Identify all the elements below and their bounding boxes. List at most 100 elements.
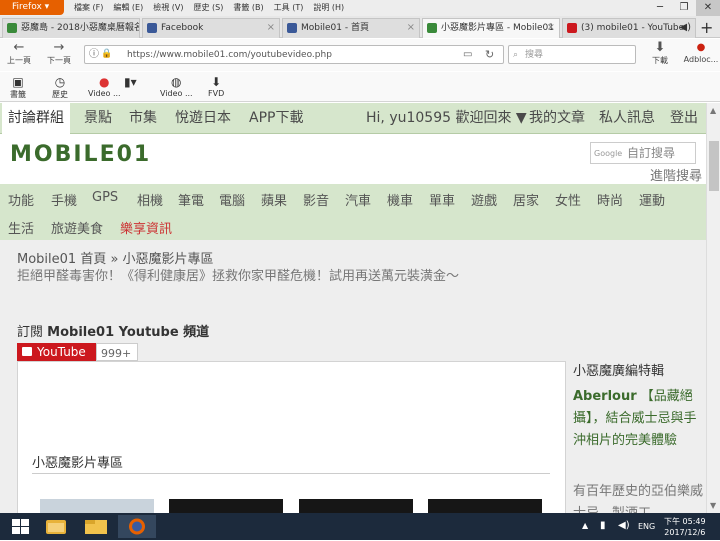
subscribe-channel: Mobile01 Youtube 頻道 xyxy=(47,325,210,340)
cat-phone[interactable]: 手機 xyxy=(51,190,77,209)
cat-women[interactable]: 女性 xyxy=(555,190,581,209)
tray-expand-icon[interactable]: ▲ xyxy=(582,521,588,530)
nav-attractions[interactable]: 景點 xyxy=(84,103,112,134)
scrollbar-thumb[interactable] xyxy=(709,141,719,191)
tab-close-icon[interactable]: × xyxy=(127,19,135,37)
site-search-input[interactable]: Google 自訂搜尋 xyxy=(590,142,696,164)
google-brand: Google xyxy=(594,149,623,158)
video-capture-button[interactable]: ◍ Video ... xyxy=(160,75,193,98)
search-placeholder: 搜尋 xyxy=(525,50,544,60)
cat-sports[interactable]: 運動 xyxy=(639,190,665,209)
nav-japan[interactable]: 悅遊日本 xyxy=(175,103,231,134)
menu-help[interactable]: 說明 (H) xyxy=(313,0,344,15)
menu-tools[interactable]: 工具 (T) xyxy=(274,0,304,15)
nav-private-messages[interactable]: 私人訊息 xyxy=(599,103,655,134)
advanced-search-link[interactable]: 進階搜尋 xyxy=(650,165,702,184)
scroll-down-icon[interactable]: ▼ xyxy=(710,501,716,510)
lock-icon: 🔒 xyxy=(101,49,113,59)
breadcrumb[interactable]: Mobile01 首頁 » 小惡魔影片專區 xyxy=(17,248,214,267)
video-thumbnail[interactable] xyxy=(40,499,154,513)
article-brand: Aberlour xyxy=(573,389,637,404)
firefox-menu-button[interactable]: Firefox ▾ xyxy=(0,0,64,15)
promo-link[interactable]: 拒絕甲醛毒害你！《得利健康居》拯救你家甲醛危機！試用再送萬元裝潢金～ xyxy=(17,268,477,285)
cat-camera[interactable]: 相機 xyxy=(137,190,163,209)
tab-facebook[interactable]: Facebook × xyxy=(142,18,280,38)
tab-close-icon[interactable]: × xyxy=(547,19,555,37)
cat-travel-food[interactable]: 旅遊美食 xyxy=(51,218,103,237)
youtube-icon xyxy=(567,23,577,33)
reload-icon[interactable]: ↻ xyxy=(485,46,494,63)
cat-av[interactable]: 影音 xyxy=(303,190,329,209)
url-text[interactable]: https://www.mobile01.com/youtubevideo.ph… xyxy=(127,46,332,64)
tab-video-zone[interactable]: 小惡魔影片專區 - Mobile01 × xyxy=(422,18,560,38)
tab-youtube[interactable]: (3) mobile01 - YouTube ◀) xyxy=(562,18,696,38)
maximize-icon[interactable]: ❐ xyxy=(672,0,696,16)
audio-playing-icon[interactable]: ◀) xyxy=(679,19,691,37)
volume-icon[interactable]: ◀) xyxy=(618,520,630,531)
tab-strip: 惡魔島 - 2018小惡魔桌曆報名 × Facebook × Mobile01 … xyxy=(0,16,720,38)
taskbar-clock[interactable]: 下午 05:49 2017/12/6 xyxy=(664,516,706,538)
menu-view[interactable]: 檢視 (V) xyxy=(153,0,183,15)
nav-my-articles[interactable]: 我的文章 xyxy=(529,103,585,134)
cat-lifestyle-info[interactable]: 樂享資訊 xyxy=(120,218,172,237)
url-bar[interactable]: ⓘ 🔒 https://www.mobile01.com/youtubevide… xyxy=(84,45,504,64)
cat-bicycle[interactable]: 單車 xyxy=(429,190,455,209)
nav-market[interactable]: 市集 xyxy=(129,103,157,134)
scroll-up-icon[interactable]: ▲ xyxy=(710,106,716,115)
reader-view-icon[interactable]: ▭ xyxy=(463,46,472,63)
cat-fashion[interactable]: 時尚 xyxy=(597,190,623,209)
menu-file[interactable]: 檔案 (F) xyxy=(74,0,103,15)
video-thumbnail[interactable] xyxy=(169,499,283,513)
tab-devil-island[interactable]: 惡魔島 - 2018小惡魔桌曆報名 × xyxy=(2,18,140,38)
firefox-taskbar-icon[interactable] xyxy=(118,515,156,538)
history-button[interactable]: ◷ 歷史 xyxy=(52,75,68,100)
tab-mobile01-home[interactable]: Mobile01 - 首頁 × xyxy=(282,18,420,38)
close-icon[interactable]: ✕ xyxy=(696,0,720,16)
fvd-button[interactable]: ⬇ FVD xyxy=(208,75,224,98)
sidebar-article-link[interactable]: Aberlour 【品藏絕攝】，結合威士忌與手沖相片的完美體驗 xyxy=(573,386,703,452)
info-icon[interactable]: ⓘ xyxy=(89,46,99,63)
new-tab-icon[interactable]: + xyxy=(700,18,713,37)
title-bar: Firefox ▾ 檔案 (F) 編輯 (E) 檢視 (V) 歷史 (S) 書籤… xyxy=(0,0,720,16)
video-dropdown-button[interactable]: ▮▾ xyxy=(124,75,137,89)
browser-search-input[interactable]: ⌕ 搜尋 xyxy=(508,45,636,64)
sidebar-article-desc: 有百年歷史的亞伯樂威士忌，製酒工 xyxy=(573,484,704,513)
downloads-button[interactable]: ⬇ 下載 xyxy=(644,41,676,66)
file-explorer-icon[interactable] xyxy=(78,515,116,538)
cat-life[interactable]: 生活 xyxy=(8,218,34,237)
windows-start-icon[interactable] xyxy=(2,515,40,538)
back-button[interactable]: ← 上一頁 xyxy=(3,41,35,66)
cat-home[interactable]: 居家 xyxy=(513,190,539,209)
menu-edit[interactable]: 編輯 (E) xyxy=(113,0,143,15)
tab-close-icon[interactable]: × xyxy=(407,19,415,37)
cat-gps[interactable]: GPS xyxy=(92,190,118,205)
cat-features[interactable]: 功能 xyxy=(8,190,34,209)
cat-computer[interactable]: 電腦 xyxy=(219,190,245,209)
youtube-subscribe-button[interactable]: YouTube xyxy=(17,343,97,361)
cat-games[interactable]: 遊戲 xyxy=(471,190,497,209)
folder-app-icon[interactable] xyxy=(38,515,76,538)
adblock-button[interactable]: ● Adbloc... xyxy=(682,41,720,64)
cat-laptop[interactable]: 筆電 xyxy=(178,190,204,209)
page-scrollbar[interactable]: ▲ ▼ xyxy=(706,103,720,513)
language-indicator[interactable]: ENG xyxy=(638,522,655,531)
nav-forums[interactable]: 討論群組 xyxy=(2,103,70,134)
cat-apple[interactable]: 蘋果 xyxy=(261,190,287,209)
bookmarks-button[interactable]: ▣ 書籤 xyxy=(10,75,26,100)
network-icon[interactable]: ▮ xyxy=(600,520,606,531)
mobile01-logo[interactable]: MOBILE01 xyxy=(10,142,151,167)
cat-car[interactable]: 汽車 xyxy=(345,190,371,209)
video-thumbnail[interactable] xyxy=(299,499,413,513)
subscribe-prefix: 訂閱 xyxy=(17,325,48,340)
forward-button[interactable]: → 下一頁 xyxy=(43,41,75,66)
nav-logout[interactable]: 登出 xyxy=(670,103,698,134)
video-thumbnail[interactable] xyxy=(428,499,542,513)
video-downloader-button[interactable]: ● Video ... xyxy=(88,75,121,98)
cat-motorcycle[interactable]: 機車 xyxy=(387,190,413,209)
tab-close-icon[interactable]: × xyxy=(267,19,275,37)
minimize-icon[interactable]: ─ xyxy=(648,0,672,16)
menu-bookmarks[interactable]: 書籤 (B) xyxy=(233,0,263,15)
user-greeting[interactable]: Hi, yu10595 歡迎回來 ▼ xyxy=(366,103,527,134)
nav-app-download[interactable]: APP下載 xyxy=(249,103,303,134)
menu-history[interactable]: 歷史 (S) xyxy=(194,0,224,15)
